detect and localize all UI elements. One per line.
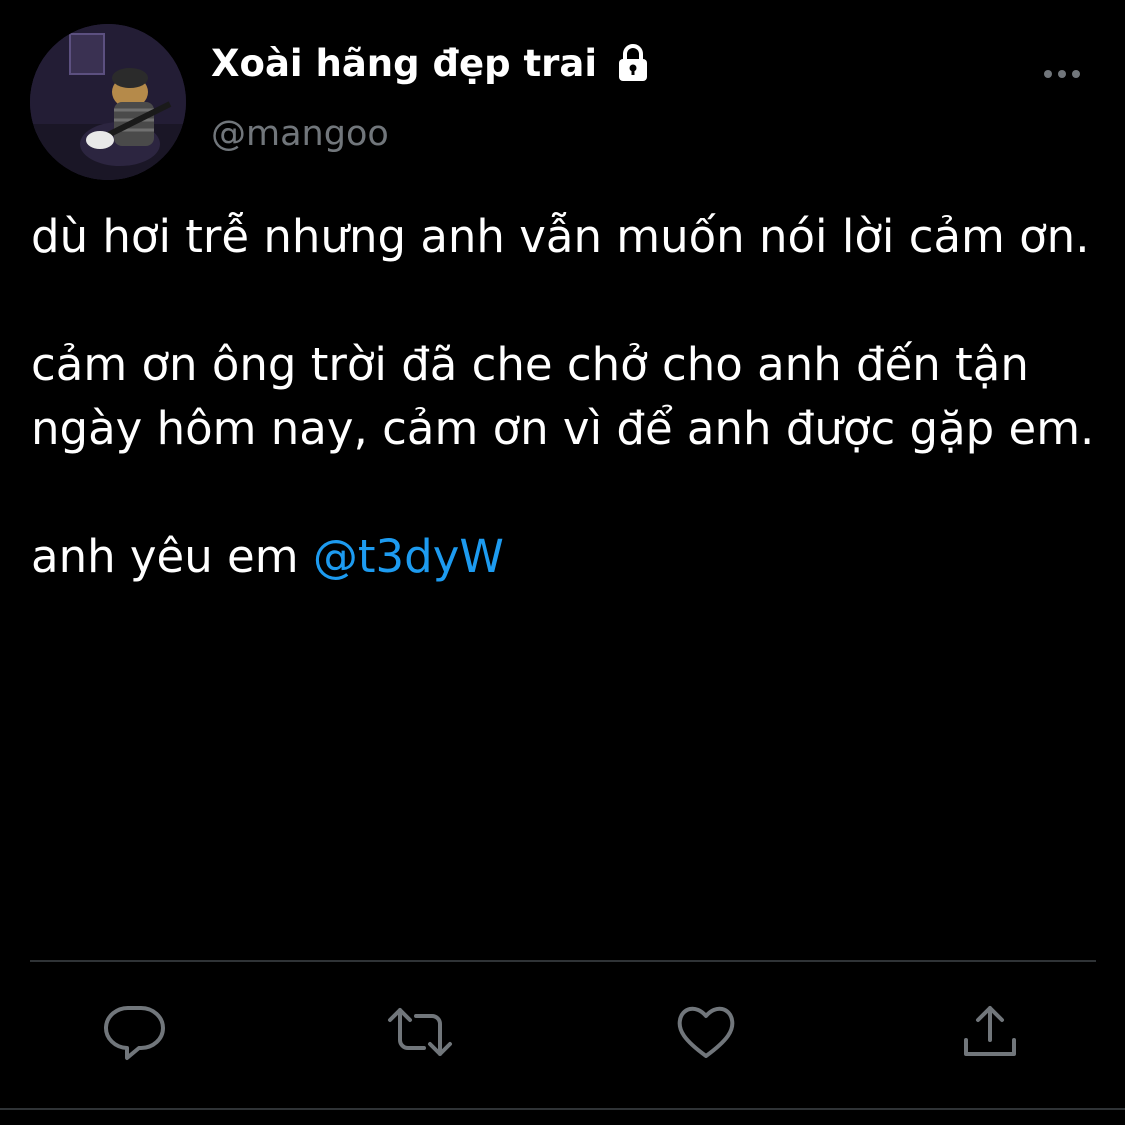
bottom-divider [0, 1108, 1125, 1110]
mention-link[interactable]: @t3dyW [313, 530, 504, 583]
like-button[interactable] [676, 1000, 740, 1064]
avatar-image [30, 24, 186, 180]
retweet-icon [388, 1008, 452, 1056]
display-name[interactable]: Xoài hãng đẹp trai [211, 42, 597, 85]
lock-icon [612, 42, 654, 84]
user-handle[interactable]: @mangoo [211, 114, 389, 154]
tweet-text: dù hơi trễ nhưng anh vẫn muốn nói lời cả… [31, 205, 1111, 589]
tweet-paragraph: cảm ơn ông trời đã che chở cho anh đến t… [31, 338, 1095, 455]
tweet-last-line-text: anh yêu em [31, 530, 313, 583]
reply-icon [104, 1005, 165, 1060]
heart-icon [677, 1006, 735, 1058]
share-button[interactable] [960, 1000, 1024, 1064]
more-horizontal-icon[interactable] [1040, 60, 1084, 88]
divider [30, 960, 1096, 962]
avatar[interactable] [30, 24, 186, 180]
reply-button[interactable] [103, 1000, 167, 1064]
share-icon [964, 1006, 1016, 1056]
tweet-paragraph: dù hơi trễ nhưng anh vẫn muốn nói lời cả… [31, 210, 1090, 263]
tweet-paragraph: anh yêu em @t3dyW [31, 525, 1111, 589]
retweet-button[interactable] [386, 1000, 452, 1064]
